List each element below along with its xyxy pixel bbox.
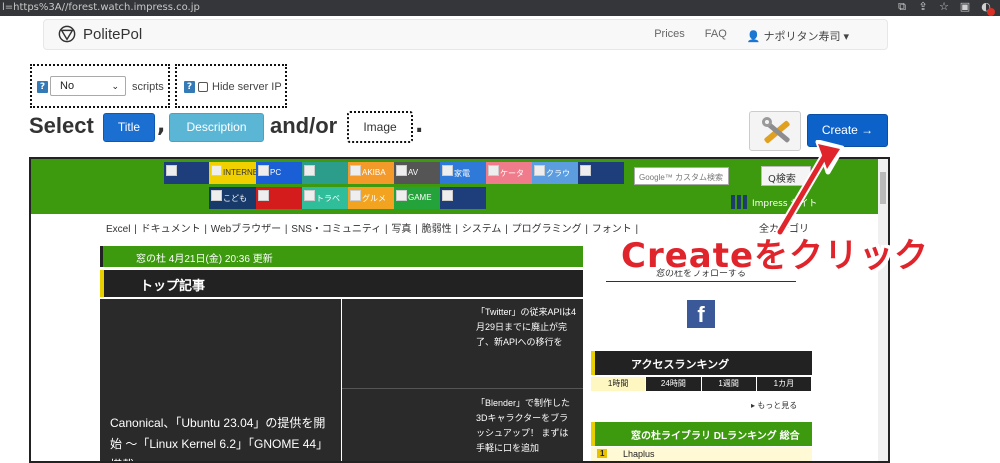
image-button[interactable]: Image	[347, 111, 413, 143]
user-menu[interactable]: 👤 ナポリタン寿司 ▾	[747, 28, 849, 44]
category-tile[interactable]: AKIBA	[348, 162, 394, 184]
annotation-arrow-icon	[775, 140, 845, 237]
politepol-logo-icon	[58, 25, 76, 43]
ranking-tab[interactable]: 24時間	[646, 377, 702, 391]
hide-ip-option-box: ? Hide server IP	[175, 64, 287, 108]
category-tile[interactable]: グルメ	[348, 187, 394, 209]
translate-icon[interactable]: ⧉	[896, 1, 908, 13]
category-tile[interactable]	[440, 187, 486, 209]
grid-icon	[731, 195, 748, 209]
period-text: .	[415, 113, 424, 138]
and-or-text: and/or	[270, 113, 338, 138]
nav-faq[interactable]: FAQ	[705, 28, 727, 44]
brand[interactable]: PolitePol	[58, 25, 142, 43]
comma-text: ,	[157, 113, 166, 138]
scripts-select-value: No	[60, 80, 75, 92]
browser-url-bar[interactable]: l=https%3A//forest.watch.impress.co.jp ⧉…	[0, 0, 1000, 16]
share-icon[interactable]: ⇪	[917, 1, 929, 13]
ranking-tab[interactable]: 1週間	[701, 377, 757, 391]
scripts-option-box: ? No ⌄ scripts	[30, 64, 170, 108]
category-tile[interactable]: 家電	[440, 162, 486, 184]
library-item-name: Lhaplus	[623, 449, 655, 459]
caret-down-icon: ▾	[843, 30, 849, 43]
update-bar: 窓の杜 4月21日(金) 20:36 更新	[100, 246, 583, 267]
play-icon: ▸	[751, 401, 756, 410]
title-button[interactable]: Title	[103, 113, 155, 142]
select-heading: Select	[29, 113, 94, 138]
chevron-down-icon: ⌄	[111, 81, 119, 91]
ranking-tabs: 1時間 24時間 1週間 1カ月	[591, 377, 812, 391]
preview-scrollbar[interactable]	[878, 159, 888, 461]
brand-name: PolitePol	[83, 25, 143, 43]
hide-ip-label: Hide server IP	[212, 81, 282, 93]
nav-prices[interactable]: Prices	[654, 28, 685, 44]
category-tile[interactable]: ケータ	[486, 162, 532, 184]
category-tile[interactable]: クラウ	[532, 162, 578, 184]
library-item[interactable]: 1 Lhaplus	[591, 447, 812, 461]
more-link[interactable]: ▸ もっと見る	[751, 400, 797, 411]
category-tile[interactable]: PC	[256, 162, 302, 184]
preview-subnav[interactable]: Excel | ドキュメント | Webブラウザー | SNS・コミュニティ |…	[106, 220, 638, 235]
category-tile[interactable]: トラベ	[302, 187, 348, 209]
user-name: ナポリタン寿司	[763, 31, 841, 43]
side-articles: 「Twitter」の従来APIは4月29日までに廃止が完了、新APIへの移行を …	[342, 299, 583, 461]
scripts-select[interactable]: No ⌄	[50, 76, 126, 96]
extension-icon[interactable]: ◐	[980, 1, 995, 16]
ranking-tab[interactable]: 1カ月	[756, 377, 812, 391]
category-tile[interactable]	[302, 162, 348, 184]
help-icon[interactable]: ?	[37, 81, 48, 93]
google-search-input[interactable]: Google™ カスタム検索	[634, 167, 729, 185]
bookmark-star-icon[interactable]: ☆	[938, 1, 950, 13]
article-item[interactable]: 「Blender」で制作した3Dキャラクターをブラッシュアップ！ まずは手軽に口…	[342, 390, 583, 456]
rank-badge: 1	[597, 449, 608, 458]
hero-article[interactable]: Canonical、「Ubuntu 23.04」の提供を開始 ～「Linux K…	[100, 299, 341, 461]
article-item[interactable]: 「Twitter」の従来APIは4月29日までに廃止が完了、新APIへの移行を	[342, 305, 583, 389]
tab-icon[interactable]: ▣	[959, 1, 971, 13]
category-tile[interactable]	[578, 162, 624, 184]
ranking-heading: アクセスランキング	[591, 351, 812, 375]
hide-ip-checkbox[interactable]	[198, 82, 208, 92]
category-tile[interactable]: こども	[209, 187, 256, 209]
url-text: l=https%3A//forest.watch.impress.co.jp	[2, 2, 200, 13]
browser-toolbar-icons: ⧉ ⇪ ☆ ▣ ◐	[896, 1, 995, 16]
description-button[interactable]: Description	[169, 113, 264, 142]
library-heading: 窓の杜ライブラリ DLランキング 総合	[591, 422, 812, 446]
category-tile[interactable]	[164, 162, 209, 184]
top-articles-heading: トップ記事	[100, 270, 583, 297]
facebook-icon[interactable]: f	[687, 300, 715, 328]
more-label: もっと見る	[757, 401, 798, 410]
site-navbar: PolitePol Prices FAQ 👤 ナポリタン寿司 ▾	[43, 19, 888, 50]
ranking-tab[interactable]: 1時間	[591, 377, 647, 391]
nav-links: Prices FAQ 👤 ナポリタン寿司 ▾	[654, 28, 849, 44]
user-icon: 👤	[746, 30, 761, 43]
category-tile[interactable]: INTERNET	[209, 162, 263, 184]
scripts-label: scripts	[132, 81, 164, 93]
annotation-label: Createをクリック	[621, 236, 930, 276]
category-tile[interactable]: GAME	[394, 187, 440, 209]
category-tile[interactable]: AV	[394, 162, 440, 184]
help-icon[interactable]: ?	[184, 81, 195, 93]
scrollbar-thumb[interactable]	[880, 172, 886, 204]
category-tile[interactable]	[256, 187, 302, 209]
